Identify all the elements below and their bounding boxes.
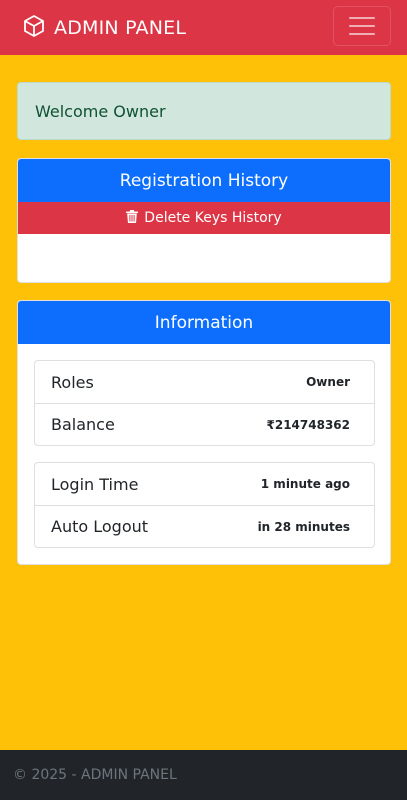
- roles-value: Owner: [306, 375, 350, 389]
- hamburger-menu-icon: [349, 17, 375, 19]
- balance-value: ₹214748362: [266, 417, 351, 432]
- navbar: ADMIN PANEL: [0, 0, 407, 55]
- footer: © 2025 - ADMIN PANEL: [0, 750, 407, 800]
- account-info-list: Roles Owner Balance ₹214748362: [34, 360, 375, 446]
- brand-title: ADMIN PANEL: [54, 16, 187, 39]
- login-time-value: 1 minute ago: [260, 477, 350, 491]
- session-info-list: Login Time 1 minute ago Auto Logout in 2…: [34, 462, 375, 548]
- list-item-login-time: Login Time 1 minute ago: [35, 463, 374, 505]
- information-header: Information: [18, 301, 390, 344]
- information-card: Information Roles Owner Balance ₹2147483…: [17, 300, 391, 565]
- auto-logout-value: in 28 minutes: [257, 519, 350, 534]
- hamburger-menu-button[interactable]: [333, 6, 391, 46]
- welcome-alert: Welcome Owner: [17, 82, 391, 140]
- registration-history-card: Registration History Delete Keys History: [17, 158, 391, 283]
- registration-history-header: Registration History: [18, 159, 390, 202]
- login-time-label: Login Time: [51, 474, 139, 494]
- list-item-balance: Balance ₹214748362: [35, 403, 374, 445]
- footer-copyright: © 2025 - ADMIN PANEL: [13, 767, 177, 783]
- balance-label: Balance: [51, 415, 115, 434]
- auto-logout-label: Auto Logout: [51, 517, 149, 536]
- list-item-auto-logout: Auto Logout in 28 minutes: [35, 505, 374, 547]
- delete-keys-history-label: Delete Keys History: [144, 210, 282, 226]
- delete-keys-history-button[interactable]: Delete Keys History: [18, 202, 390, 234]
- list-item-roles: Roles Owner: [35, 361, 374, 403]
- roles-label: Roles: [51, 372, 94, 392]
- trash-icon: [126, 209, 139, 227]
- brand-link[interactable]: ADMIN PANEL: [22, 14, 186, 42]
- cube-icon: [22, 14, 46, 42]
